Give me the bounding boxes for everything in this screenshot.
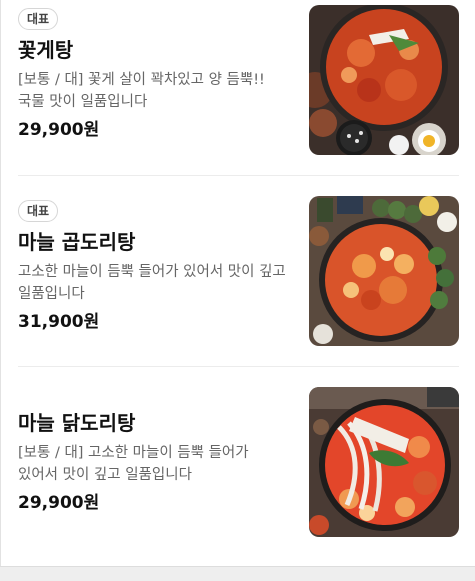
bottom-scroll-bar — [0, 566, 475, 581]
crab-stew-photo — [309, 5, 459, 155]
garlic-gopdoritang-photo — [309, 196, 459, 346]
menu-item-description: 고소한 마늘이 듬뿍 들어가 있어서 맛이 깊고 일품입니다 — [18, 264, 286, 302]
menu-item-name: 꽃게탕 — [18, 38, 74, 62]
signature-badge: 대표 — [18, 200, 59, 222]
menu-item-image[interactable] — [309, 387, 459, 537]
menu-item-price: 29,900원 — [18, 120, 100, 140]
garlic-dakdoritang-photo — [309, 387, 459, 537]
menu-item-price: 29,900원 — [18, 493, 100, 513]
menu-item-image[interactable] — [309, 196, 459, 346]
menu-item-description: [보통 / 대] 꽃게 살이 꽉차있고 양 듬뿍!! 국물 맛이 일품입니다 — [18, 72, 265, 110]
menu-item-name: 마늘 닭도리탕 — [18, 411, 136, 435]
menu-item-info: 대표 마늘 곱도리탕 고소한 마늘이 듬뿍 들어가 있어서 맛이 깊고 일품입니… — [18, 200, 288, 333]
menu-item-price: 31,900원 — [18, 312, 100, 332]
menu-item-crab-stew[interactable]: 대표 꽃게탕 [보통 / 대] 꽃게 살이 꽉차있고 양 듬뿍!! 국물 맛이 … — [1, 0, 475, 176]
signature-badge: 대표 — [18, 8, 59, 30]
menu-item-info: 대표 꽃게탕 [보통 / 대] 꽃게 살이 꽉차있고 양 듬뿍!! 국물 맛이 … — [18, 8, 288, 141]
menu-item-info: 마늘 닭도리탕 [보통 / 대] 고소한 마늘이 듬뿍 들어가 있어서 맛이 깊… — [18, 410, 288, 514]
menu-item-garlic-dakdoritang[interactable]: 마늘 닭도리탕 [보통 / 대] 고소한 마늘이 듬뿍 들어가 있어서 맛이 깊… — [1, 367, 475, 566]
menu-item-garlic-gopdoritang[interactable]: 대표 마늘 곱도리탕 고소한 마늘이 듬뿍 들어가 있어서 맛이 깊고 일품입니… — [1, 176, 475, 366]
menu-item-name: 마늘 곱도리탕 — [18, 230, 136, 254]
menu-item-image[interactable] — [309, 5, 459, 155]
menu-list: 대표 꽃게탕 [보통 / 대] 꽃게 살이 꽉차있고 양 듬뿍!! 국물 맛이 … — [0, 0, 475, 566]
menu-item-description: [보통 / 대] 고소한 마늘이 듬뿍 들어가 있어서 맛이 깊고 일품입니다 — [18, 445, 249, 483]
